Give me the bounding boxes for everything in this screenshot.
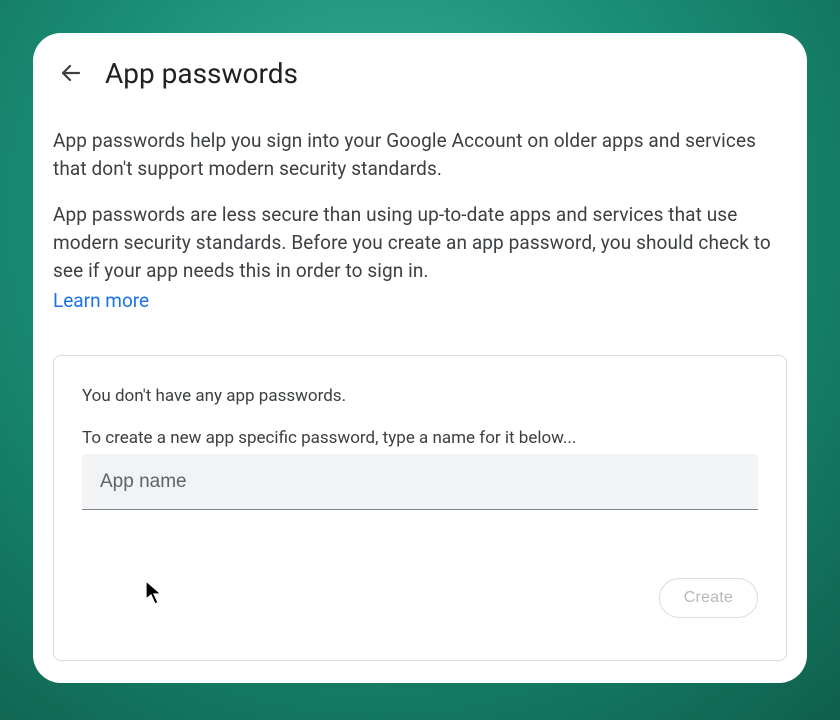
create-button[interactable]: Create [659,578,758,618]
header: App passwords [33,33,807,99]
input-wrap [82,454,758,510]
content: App passwords help you sign into your Go… [33,99,807,661]
app-name-input[interactable] [82,454,758,510]
create-row: Create [82,578,758,618]
empty-state-msg: You don't have any app passwords. [82,384,758,408]
create-instruction: To create a new app specific password, t… [82,426,758,450]
intro-paragraph-2: App passwords are less secure than using… [53,201,787,285]
back-button[interactable] [51,53,91,93]
learn-more-link[interactable]: Learn more [53,287,149,315]
back-arrow-icon [59,61,83,85]
app-passwords-card: App passwords App passwords help you sig… [33,33,807,683]
create-panel: You don't have any app passwords. To cre… [53,355,787,661]
intro-paragraph-1: App passwords help you sign into your Go… [53,127,787,183]
page-title: App passwords [105,57,298,90]
